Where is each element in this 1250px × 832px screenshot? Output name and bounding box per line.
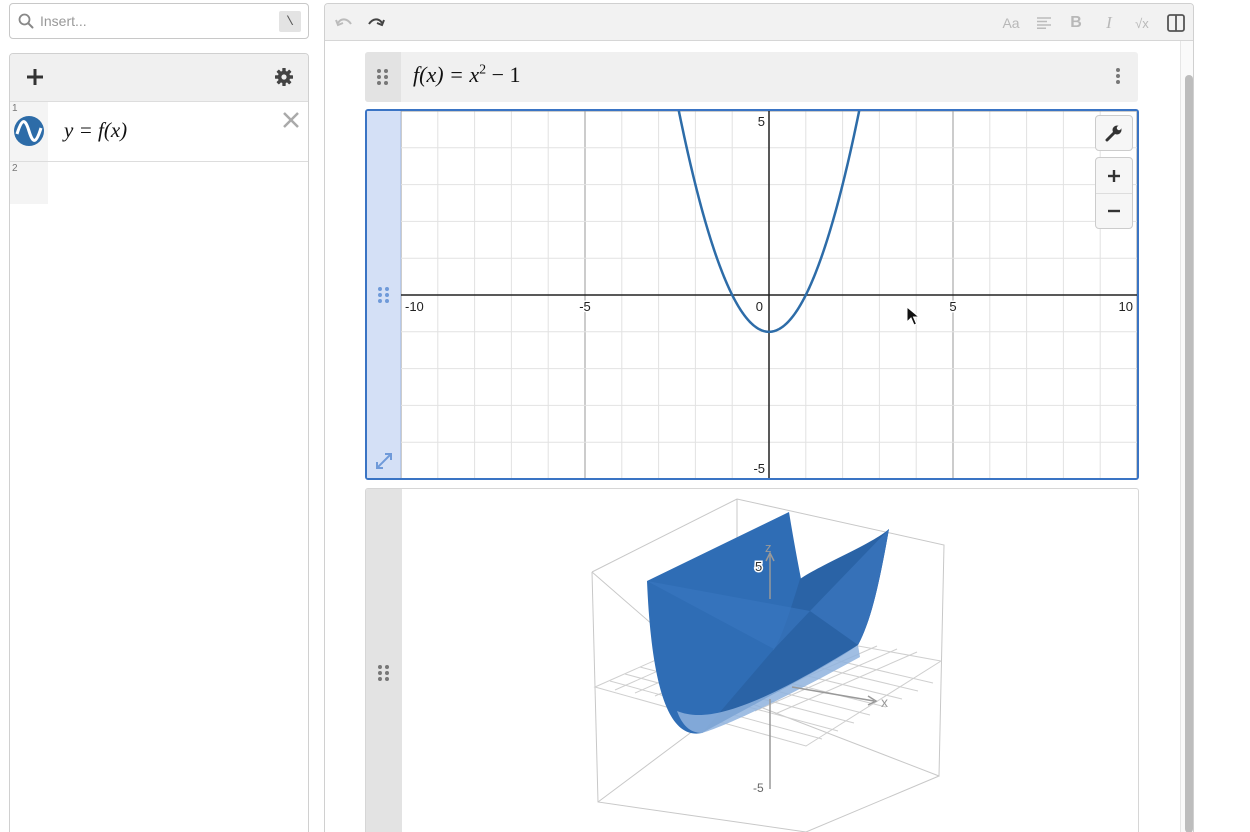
minus-icon <box>1108 209 1120 213</box>
scrollbar[interactable] <box>1180 41 1193 832</box>
insert-search-bar[interactable]: \ <box>9 3 309 39</box>
redo-icon <box>368 18 385 27</box>
z-tick-bottom: -5 <box>753 781 764 795</box>
graph-side-handle[interactable] <box>367 111 401 478</box>
insert-math-button[interactable]: √x <box>1130 12 1154 34</box>
function-definition-text[interactable]: f(x) = x2 − 1 <box>413 62 521 88</box>
graph-2d-panel[interactable]: -10 -5 0 5 10 5 -5 <box>365 109 1139 480</box>
drag-handle-icon <box>377 69 388 85</box>
graph-3d-panel[interactable]: z x 5 -5 <box>365 488 1139 832</box>
expression-number: 1 <box>12 103 18 114</box>
italic-button[interactable]: I <box>1098 12 1120 34</box>
mouse-cursor-icon <box>906 306 920 326</box>
add-expression-icon[interactable] <box>24 66 46 88</box>
graph-tools <box>1095 115 1133 229</box>
layout-toggle-button[interactable] <box>1165 12 1187 34</box>
expression-text[interactable]: y = f(x) <box>64 118 127 143</box>
close-icon[interactable] <box>280 109 302 131</box>
expression-row[interactable]: 2 <box>10 162 308 204</box>
function-rhs: − 1 <box>486 62 521 87</box>
wrench-icon <box>1105 125 1122 142</box>
expression-panel: 1 y = f(x) 2 <box>9 53 309 832</box>
graph-function-icon[interactable] <box>13 115 45 147</box>
drag-handle-icon <box>378 287 389 303</box>
align-left-icon <box>1037 17 1051 29</box>
y-tick-label: -5 <box>753 461 765 476</box>
document-toolbar: Aa B I √x <box>325 4 1193 41</box>
expression-gutter: 2 <box>10 162 48 204</box>
app-window: \ <box>0 0 1250 832</box>
drag-handle[interactable] <box>365 52 401 102</box>
x-tick-label: 0 <box>756 299 763 314</box>
insert-input[interactable] <box>40 13 260 29</box>
graph-2d-canvas[interactable]: -10 -5 0 5 10 5 -5 <box>401 111 1137 479</box>
split-layout-icon <box>1167 14 1185 32</box>
shortcut-key-badge: \ <box>279 11 301 32</box>
align-button[interactable] <box>1033 12 1055 34</box>
search-icon <box>18 13 34 29</box>
drag-handle-icon <box>378 665 389 681</box>
z-tick-top: 5 <box>755 559 762 574</box>
undo-icon <box>335 18 352 27</box>
x-tick-label: 5 <box>949 299 956 314</box>
function-lhs: f(x) = x <box>413 62 480 87</box>
font-size-button[interactable]: Aa <box>999 12 1023 34</box>
y-tick-label: 5 <box>758 114 765 129</box>
more-options-icon[interactable] <box>1110 66 1126 86</box>
graph-3d-canvas[interactable]: z x 5 -5 <box>402 489 1139 832</box>
plus-icon <box>1108 169 1120 182</box>
graph-settings-button[interactable] <box>1095 115 1133 151</box>
document-area: Aa B I √x f(x) = x2 − 1 -10 -5 0 5 10 5 … <box>324 3 1194 832</box>
expression-row[interactable]: 1 y = f(x) <box>10 102 308 162</box>
bold-button[interactable]: B <box>1065 12 1087 34</box>
graph-side-handle[interactable] <box>366 489 402 832</box>
undo-button[interactable] <box>333 12 355 34</box>
function-definition-block[interactable]: f(x) = x2 − 1 <box>365 52 1138 102</box>
zoom-out-button[interactable] <box>1096 193 1132 228</box>
expression-gutter: 1 <box>10 102 48 161</box>
x-tick-label: -10 <box>405 299 424 314</box>
z-axis-label: z <box>765 540 772 555</box>
expression-number: 2 <box>12 163 18 174</box>
redo-button[interactable] <box>365 12 387 34</box>
x-tick-label: -5 <box>579 299 591 314</box>
gear-icon[interactable] <box>274 67 294 87</box>
x-axis-label: x <box>881 694 888 710</box>
x-tick-label: 10 <box>1119 299 1133 314</box>
expand-icon[interactable] <box>375 452 393 470</box>
scrollbar-thumb[interactable] <box>1185 75 1193 832</box>
zoom-in-button[interactable] <box>1096 158 1132 193</box>
zoom-controls <box>1095 157 1133 229</box>
expression-toolbar <box>10 54 308 102</box>
